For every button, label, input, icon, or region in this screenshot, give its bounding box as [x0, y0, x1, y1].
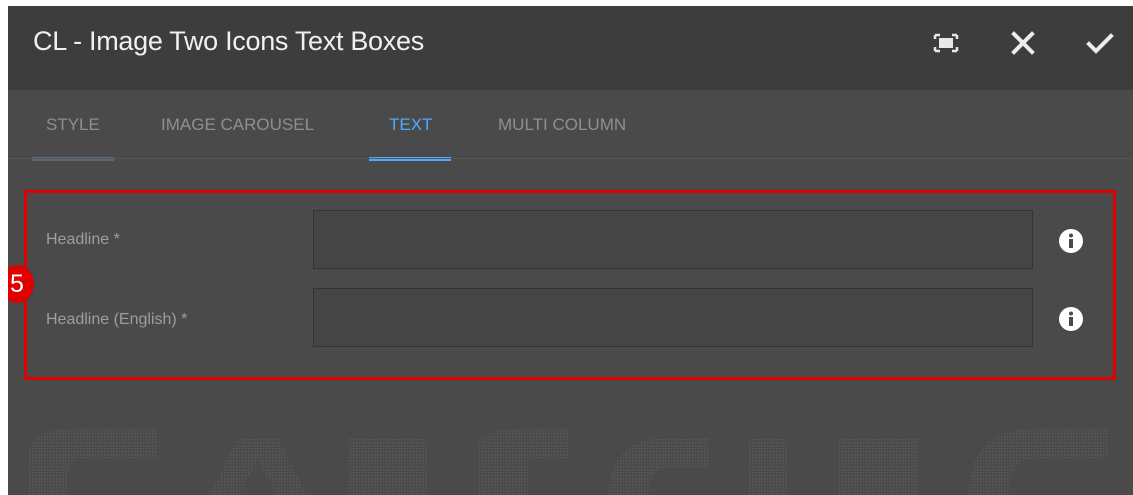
headline-english-label: Headline (English) *	[46, 311, 188, 328]
dialog-titlebar: CL - Image Two Icons Text Boxes	[8, 6, 1133, 90]
info-icon[interactable]	[1058, 228, 1084, 254]
tabs-divider	[8, 158, 1133, 159]
info-icon[interactable]	[1058, 306, 1084, 332]
headline-input[interactable]	[313, 210, 1033, 269]
fullscreen-button[interactable]	[930, 27, 962, 59]
close-button[interactable]	[1007, 27, 1039, 59]
dialog-title: CL - Image Two Icons Text Boxes	[33, 26, 424, 56]
tab-style[interactable]: STYLE	[46, 115, 100, 135]
headline-label: Headline *	[46, 231, 120, 248]
fullscreen-icon	[930, 33, 962, 63]
confirm-button[interactable]	[1084, 27, 1116, 59]
tab-multi-column[interactable]: MULTI COLUMN	[498, 115, 626, 135]
check-icon	[1084, 33, 1116, 63]
tab-image-carousel[interactable]: IMAGE CAROUSEL	[161, 115, 314, 135]
headline-english-input[interactable]	[313, 288, 1033, 347]
background-watermark	[8, 418, 1133, 495]
close-icon	[1007, 31, 1039, 63]
tab-text[interactable]: TEXT	[389, 115, 432, 135]
tab-bar: STYLE IMAGE CAROUSEL TEXT MULTI COLUMN	[8, 90, 1133, 162]
dialog: CL - Image Two Icons Text Boxes STYLE IM…	[8, 6, 1133, 495]
